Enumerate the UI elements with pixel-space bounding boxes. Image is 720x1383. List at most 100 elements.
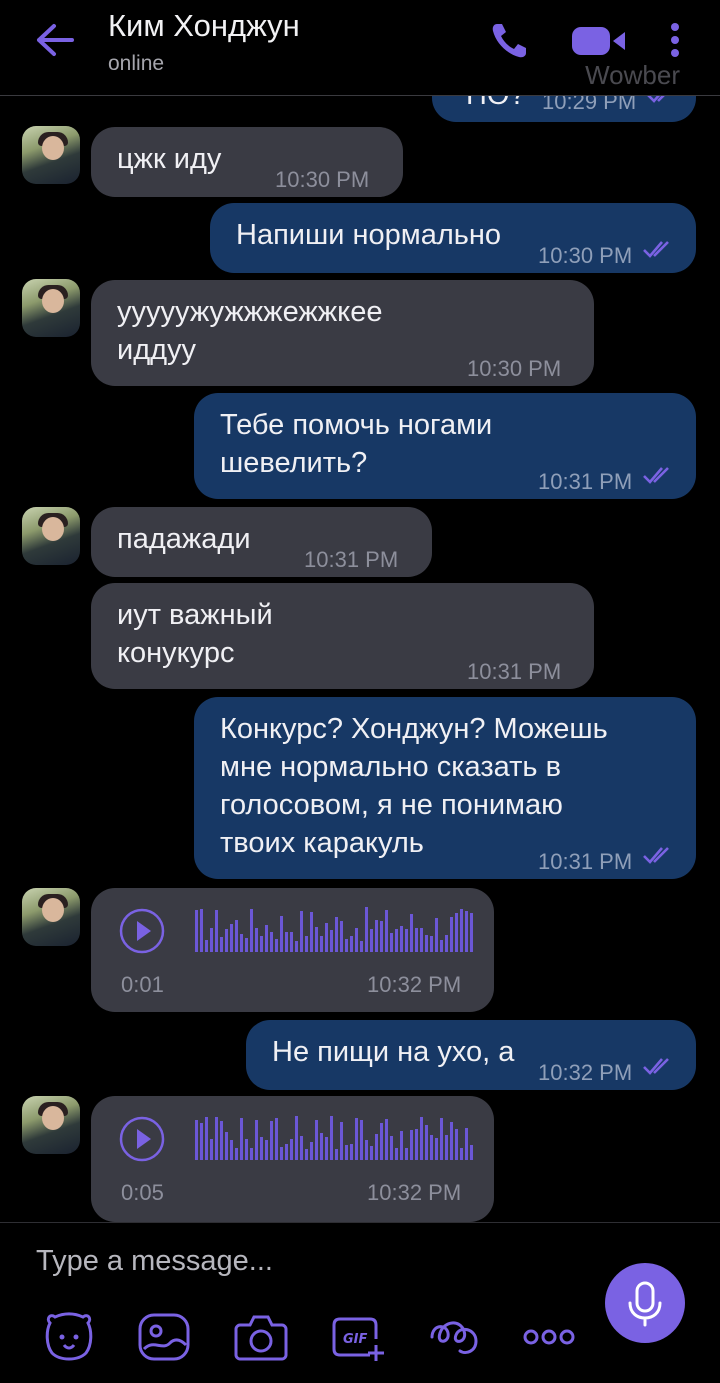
message-input[interactable]: Type a message... (36, 1245, 556, 1285)
message-bubble-outgoing[interactable]: ПО? 10:29 PM (432, 96, 696, 122)
contact-avatar[interactable] (22, 507, 80, 565)
gif-icon[interactable]: GIF (330, 1311, 386, 1363)
message-time: 10:32 PM (367, 972, 462, 997)
waveform-bar (410, 1130, 413, 1160)
waveform-bar (305, 936, 308, 952)
contact-avatar[interactable] (22, 279, 80, 337)
waveform-bar (450, 1122, 453, 1160)
waveform-bar (360, 941, 363, 952)
waveform-bar (335, 1149, 338, 1160)
message-bubble-outgoing[interactable]: Конкурс? Хонджун? Можешь мне нормально с… (194, 697, 696, 879)
sticker-bear-icon[interactable] (42, 1311, 96, 1363)
waveform-bar (355, 1118, 358, 1160)
waveform-bar (455, 1129, 458, 1160)
waveform-bar (375, 920, 378, 952)
waveform-bar (195, 1120, 198, 1160)
message-list[interactable]: ПО? 10:29 PM цжк иду 10:30 PM Напиши нор… (0, 96, 720, 1222)
voice-message-bubble[interactable]: 0:01 10:32 PM (91, 888, 494, 1012)
gallery-icon[interactable] (136, 1311, 192, 1363)
waveform-bar (435, 918, 438, 952)
waveform-bar (370, 1146, 373, 1160)
message-time: 10:30 PM (538, 243, 633, 268)
waveform-bar (240, 1118, 243, 1160)
voice-duration: 0:01 (121, 972, 164, 997)
waveform-bar (265, 925, 268, 952)
waveform-bar (300, 1136, 303, 1160)
waveform-bar (250, 909, 253, 952)
contact-name[interactable]: Ким Хонджун (108, 8, 300, 44)
message-bubble-outgoing[interactable]: Тебе помочь ногами шевелить? 10:31 PM (194, 393, 696, 499)
waveform-bar (215, 910, 218, 952)
waveform-bar (200, 909, 203, 952)
play-icon[interactable] (119, 1116, 165, 1162)
waveform-bar (225, 1132, 228, 1160)
camera-icon[interactable] (234, 1311, 288, 1363)
waveform-bar (235, 1148, 238, 1160)
message-bubble-incoming[interactable]: ууууужужжжежжкее иддуу 10:30 PM (91, 280, 594, 386)
voice-message-bubble[interactable]: 0:05 10:32 PM (91, 1096, 494, 1222)
waveform-bar (415, 1129, 418, 1160)
voice-waveform[interactable] (195, 1114, 475, 1162)
message-bubble-outgoing[interactable]: Напиши нормально 10:30 PM (210, 203, 696, 273)
waveform-bar (245, 938, 248, 952)
contact-avatar[interactable] (22, 888, 80, 946)
waveform-bar (325, 1137, 328, 1160)
message-text: Не пищи на ухо, а (272, 1036, 515, 1068)
waveform-bar (410, 914, 413, 952)
contact-avatar[interactable] (22, 126, 80, 184)
voice-duration: 0:05 (121, 1180, 164, 1205)
waveform-bar (235, 920, 238, 952)
message-time: 10:32 PM (367, 1180, 462, 1205)
waveform-bar (390, 1136, 393, 1160)
waveform-bar (460, 1148, 463, 1160)
waveform-bar (430, 936, 433, 952)
read-receipt-icon (643, 1058, 669, 1075)
waveform-bar (390, 933, 393, 952)
waveform-bar (240, 934, 243, 952)
message-time: 10:31 PM (538, 469, 633, 494)
waveform-bar (340, 1122, 343, 1160)
voice-waveform[interactable] (195, 906, 475, 954)
composer-bar: Type a message... GIF (0, 1222, 720, 1383)
waveform-bar (275, 939, 278, 952)
message-text: Конкурс? Хонджун? Можешь мне нормально с… (220, 713, 608, 859)
contact-avatar[interactable] (22, 1096, 80, 1154)
waveform-bar (205, 940, 208, 952)
waveform-bar (370, 929, 373, 952)
waveform-bar (385, 910, 388, 952)
waveform-bar (365, 1140, 368, 1160)
video-camera-icon[interactable] (570, 24, 628, 58)
waveform-bar (420, 928, 423, 952)
waveform-bar (255, 1120, 258, 1160)
waveform-bar (220, 1121, 223, 1160)
message-bubble-incoming[interactable]: цжк иду 10:30 PM (91, 127, 403, 197)
waveform-bar (470, 1145, 473, 1160)
waveform-bar (345, 939, 348, 952)
message-time: 10:31 PM (538, 849, 633, 874)
waveform-bar (420, 1117, 423, 1160)
message-bubble-incoming[interactable]: иут важный конукурс 10:31 PM (91, 583, 594, 689)
waveform-bar (290, 932, 293, 952)
message-time: 10:29 PM (542, 96, 637, 114)
phone-icon[interactable] (488, 20, 530, 62)
more-horiz-icon[interactable] (522, 1327, 576, 1347)
watermark: Wowber (585, 60, 680, 90)
back-arrow-icon[interactable] (34, 22, 76, 58)
waveform-bar (230, 1140, 233, 1160)
message-text: цжк иду (117, 143, 222, 175)
read-receipt-icon (643, 467, 669, 484)
waveform-bar (400, 1131, 403, 1160)
message-bubble-incoming[interactable]: падажади 10:31 PM (91, 507, 432, 577)
more-vert-icon[interactable] (668, 22, 682, 62)
doodle-icon[interactable] (426, 1311, 482, 1363)
message-bubble-outgoing[interactable]: Не пищи на ухо, а 10:32 PM (246, 1020, 696, 1090)
play-icon[interactable] (119, 908, 165, 954)
microphone-button[interactable] (605, 1263, 685, 1343)
waveform-bar (325, 923, 328, 952)
waveform-bar (435, 1138, 438, 1160)
svg-text:GIF: GIF (343, 1332, 368, 1347)
message-text: падажади (117, 523, 251, 555)
message-time: 10:30 PM (275, 167, 370, 192)
message-time: 10:31 PM (304, 547, 399, 572)
waveform-bar (355, 928, 358, 952)
